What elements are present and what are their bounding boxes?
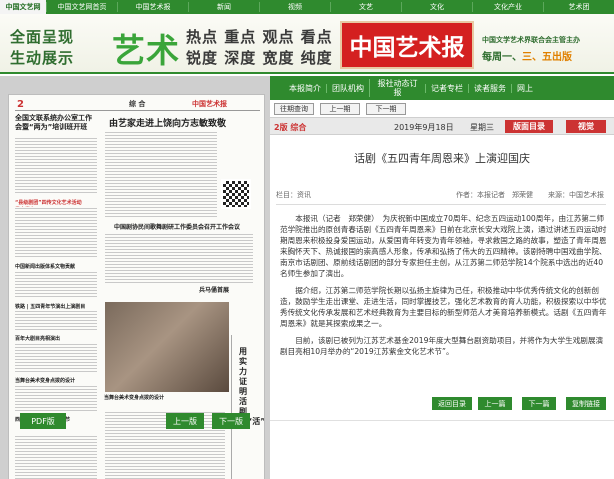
issue-info-bar: 2版 综合 2019年9月18日 星期三 版面目录 视觉 xyxy=(270,117,614,135)
top-nav-item-home[interactable]: 中国文艺网首页 xyxy=(46,2,117,12)
article-paragraph: 目前，该剧已被列为江苏艺术基金2019年度大型舞台剧资助项目，并将作为大学生戏剧… xyxy=(280,336,604,356)
banner-keywords-1: 热点 重点 观点 看点 xyxy=(186,28,333,46)
article-column: 栏目：资讯 xyxy=(276,191,311,199)
next-page-button[interactable]: 下一版 xyxy=(212,413,250,429)
banner-slogan-1: 全面呈现 xyxy=(10,28,75,46)
banner-slogan-2: 生动展示 xyxy=(10,49,75,67)
paper-text-block xyxy=(105,233,253,283)
issue-prefix: 每周一、 xyxy=(482,52,522,63)
top-nav-item-industry[interactable]: 文化产业 xyxy=(472,2,543,12)
next-issue-button[interactable]: 下一期 xyxy=(366,103,406,115)
paper-text-block xyxy=(15,435,97,479)
paper-headline-caption[interactable]: 当舞台美术变身点拨的设计 xyxy=(104,395,204,402)
top-nav-item-troupe[interactable]: 艺术团 xyxy=(543,2,614,12)
prev-article-button[interactable]: 上一篇 xyxy=(478,397,512,410)
banner-publisher: 中国文学艺术界联合会主管主办 xyxy=(482,36,580,44)
paper-rule xyxy=(15,110,260,111)
site-logo[interactable]: 中国文艺网 xyxy=(0,0,46,14)
paper-masthead: 中国艺术报 xyxy=(192,100,227,108)
paper-text-block xyxy=(105,131,217,217)
paper-text-block xyxy=(15,137,97,195)
pdf-button[interactable]: PDF版 xyxy=(20,413,66,429)
article-paragraph: 据介绍，江苏第二师范学院长期以弘扬主旋律为己任，积极推动中华优秀传统文化的创新创… xyxy=(280,286,607,328)
paper-headline-b1[interactable]: 中国新闻出版体系文物贡献 xyxy=(15,263,75,270)
past-issues-button[interactable]: 往期查询 xyxy=(274,103,314,115)
paper-text-block xyxy=(15,207,97,259)
issue-date: 2019年9月18日 xyxy=(394,123,454,132)
nav-item-columns[interactable]: 记者专栏 xyxy=(425,83,468,93)
paper-text-block xyxy=(105,411,225,479)
article-divider xyxy=(276,204,606,205)
top-nav-item-video[interactable]: 视频 xyxy=(259,2,330,12)
nav-item-reader-service[interactable]: 读者服务 xyxy=(468,83,511,93)
article-body: 本报讯（记者 郑荣健） 为庆祝新中国成立70周年、纪念五四运动100周年，由江苏… xyxy=(280,213,608,363)
right-footer-area xyxy=(270,420,614,479)
newspaper-masthead-logo: 中国艺术报 xyxy=(340,21,474,69)
page-section-label: 2版 综合 xyxy=(274,123,307,132)
banner-issue-days: 每周一、三、五出版 xyxy=(482,48,572,63)
issue-days: 三、五出版 xyxy=(522,52,572,63)
next-article-button[interactable]: 下一篇 xyxy=(522,397,556,410)
issue-weekday: 星期三 xyxy=(470,123,494,132)
paper-headline-mid[interactable]: 中国剧协民间歌舞剧研工作委员会召开工作会议 xyxy=(114,222,240,231)
copy-link-button[interactable]: 复制链接 xyxy=(566,397,606,410)
nav-item-news-subscribe[interactable]: 报社动态订报 xyxy=(369,79,425,97)
paper-headline-b3[interactable]: 百年大剧目亮相演出 xyxy=(15,335,60,342)
paper-headline-main[interactable]: 由艺家走进上饶向方志敏致敬 xyxy=(109,116,226,129)
article-paragraph: 本报讯（记者 郑荣健） 为庆祝新中国成立70周年、纪念五四运动100周年，由江苏… xyxy=(280,214,607,278)
paper-text-block xyxy=(15,310,97,332)
back-to-toc-button[interactable]: 返回目录 xyxy=(432,397,472,410)
article-source: 来源：中国艺术报 xyxy=(548,191,604,199)
paper-headline-b6[interactable]: 兵马俑首展 xyxy=(199,287,229,295)
visual-button[interactable]: 视觉 xyxy=(566,120,606,133)
paper-column-rule xyxy=(231,335,232,479)
prev-page-button[interactable]: 上一版 xyxy=(166,413,204,429)
banner-art-title: 艺术 xyxy=(112,31,180,70)
prev-issue-button[interactable]: 上一期 xyxy=(320,103,360,115)
nav-item-about[interactable]: 本报简介 xyxy=(284,84,326,93)
paper-text-block xyxy=(15,343,97,373)
paper-page-number: 2 xyxy=(17,99,24,110)
paper-text-block xyxy=(15,385,97,413)
paper-headline-b4[interactable]: 当舞台美术变身点拨的设计 xyxy=(15,377,75,384)
top-nav-item-newspaper[interactable]: 中国艺术报 xyxy=(117,2,188,12)
top-nav: 中国文艺网 中国文艺网首页 中国艺术报 新闻 视频 文艺 文化 文化产业 艺术团 xyxy=(0,0,614,14)
top-nav-item-news[interactable]: 新闻 xyxy=(188,2,259,12)
qr-code xyxy=(221,179,251,209)
nav-item-team[interactable]: 团队机构 xyxy=(326,83,369,93)
article-author: 作者：本报记者 郑荣健 xyxy=(456,191,533,199)
nav-item-online[interactable]: 网上 xyxy=(511,83,538,93)
paper-headline-left[interactable]: 全国文联系统办公室工作会暨“两为”培训班开班 xyxy=(15,114,95,132)
article-meta: 栏目：资讯 作者：本报记者 郑荣健 来源：中国艺术报 xyxy=(276,190,606,202)
top-nav-item-culture[interactable]: 文化 xyxy=(401,2,472,12)
paper-section: 综 合 xyxy=(129,100,146,108)
issue-nav: 往期查询 上一期 下一期 xyxy=(270,102,614,116)
page-toc-button[interactable]: 版面目录 xyxy=(505,120,553,133)
right-nav: 本报简介 团队机构 报社动态订报 记者专栏 读者服务 网上 xyxy=(270,76,614,100)
banner-keywords-2: 锐度 深度 宽度 纯度 xyxy=(186,49,333,67)
paper-photo-terracotta xyxy=(105,302,229,392)
paper-headline-b2[interactable]: 铁路 | 五四青年节演出上演剧目 xyxy=(15,303,85,310)
paper-text-block xyxy=(15,271,97,299)
top-nav-item-arts[interactable]: 文艺 xyxy=(330,2,401,12)
banner: 全面呈现 生动展示 艺术 热点 重点 观点 看点 锐度 深度 宽度 纯度 中国艺… xyxy=(0,14,614,74)
article-title: 话剧《五四青年周恩来》上演迎国庆 xyxy=(354,152,530,165)
